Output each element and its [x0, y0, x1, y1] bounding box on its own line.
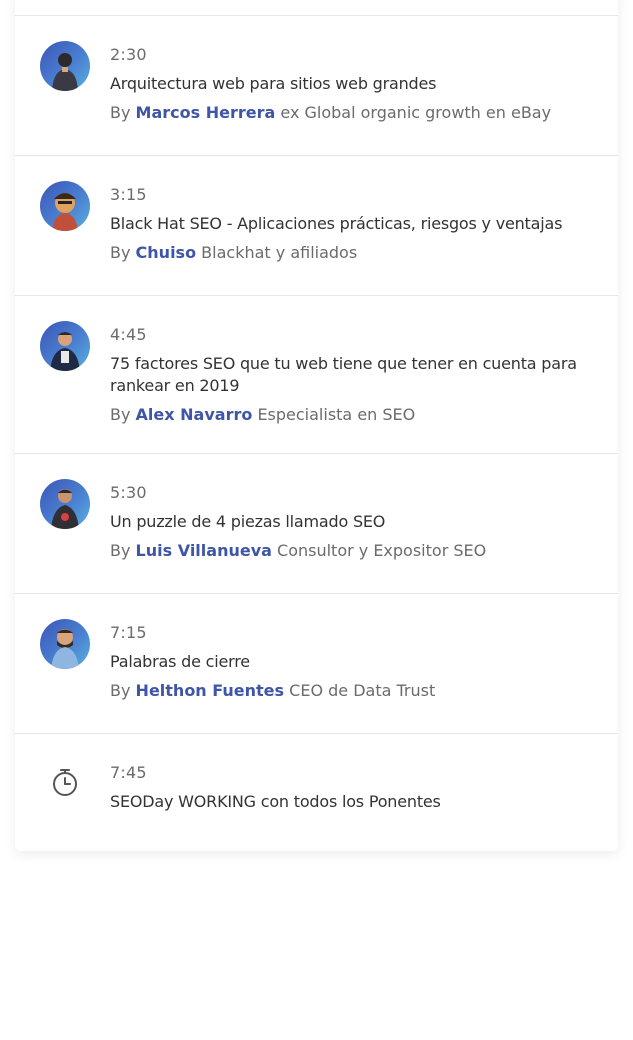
- schedule-item: 2:30 Arquitectura web para sitios web gr…: [15, 16, 618, 156]
- by-label: By: [110, 103, 131, 122]
- speaker-avatar[interactable]: [40, 41, 90, 91]
- speaker-avatar[interactable]: [40, 479, 90, 529]
- by-label: By: [110, 405, 131, 424]
- schedule-item: 4:45 75 factores SEO que tu web tiene qu…: [15, 296, 618, 454]
- session-time: 7:15: [110, 623, 147, 642]
- session-title: Black Hat SEO - Aplicaciones prácticas, …: [110, 214, 563, 233]
- schedule-item: 7:15 Palabras de cierre By Helthon Fuent…: [15, 594, 618, 734]
- schedule-card: 2:30 Arquitectura web para sitios web gr…: [15, 0, 618, 851]
- speaker-avatar[interactable]: [40, 619, 90, 669]
- session-title: 75 factores SEO que tu web tiene que ten…: [110, 354, 577, 395]
- session-title: Arquitectura web para sitios web grandes: [110, 74, 437, 93]
- speaker-name-link[interactable]: Luis Villanueva: [136, 541, 272, 560]
- speaker-name-link[interactable]: Alex Navarro: [136, 405, 253, 424]
- session-byline: By Alex Navarro Especialista en SEO: [110, 405, 588, 425]
- by-label: By: [110, 681, 131, 700]
- speaker-role: CEO de Data Trust: [289, 681, 436, 700]
- speaker-role: Blackhat y afiliados: [201, 243, 358, 262]
- session-time: 3:15: [110, 185, 147, 204]
- speaker-name-link[interactable]: Marcos Herrera: [136, 103, 276, 122]
- speaker-role: ex Global organic growth en eBay: [280, 103, 552, 122]
- speaker-name-link[interactable]: Chuiso: [136, 243, 197, 262]
- previous-item-edge: [15, 0, 618, 16]
- session-time: 4:45: [110, 325, 147, 344]
- session-title: Palabras de cierre: [110, 652, 250, 671]
- speaker-role: Especialista en SEO: [257, 405, 416, 424]
- speaker-avatar[interactable]: [40, 181, 90, 231]
- schedule-item: 5:30 Un puzzle de 4 piezas llamado SEO B…: [15, 454, 618, 594]
- schedule-item: 3:15 Black Hat SEO - Aplicaciones prácti…: [15, 156, 618, 296]
- speaker-name-link[interactable]: Helthon Fuentes: [136, 681, 285, 700]
- session-byline: By Helthon Fuentes CEO de Data Trust: [110, 681, 588, 701]
- speaker-avatar[interactable]: [40, 321, 90, 371]
- session-byline: By Marcos Herrera ex Global organic grow…: [110, 103, 588, 123]
- session-time: 7:45: [110, 763, 147, 782]
- timer-icon: [53, 769, 77, 796]
- session-title: Un puzzle de 4 piezas llamado SEO: [110, 512, 386, 531]
- schedule-item: 7:45 SEODay WORKING con todos los Ponent…: [15, 734, 618, 851]
- session-time: 5:30: [110, 483, 147, 502]
- session-byline: By Chuiso Blackhat y afiliados: [110, 243, 588, 263]
- session-byline: By Luis Villanueva Consultor y Expositor…: [110, 541, 588, 561]
- by-label: By: [110, 243, 131, 262]
- speaker-role: Consultor y Expositor SEO: [277, 541, 487, 560]
- session-title: SEODay WORKING con todos los Ponentes: [110, 792, 441, 811]
- session-time: 2:30: [110, 45, 147, 64]
- by-label: By: [110, 541, 131, 560]
